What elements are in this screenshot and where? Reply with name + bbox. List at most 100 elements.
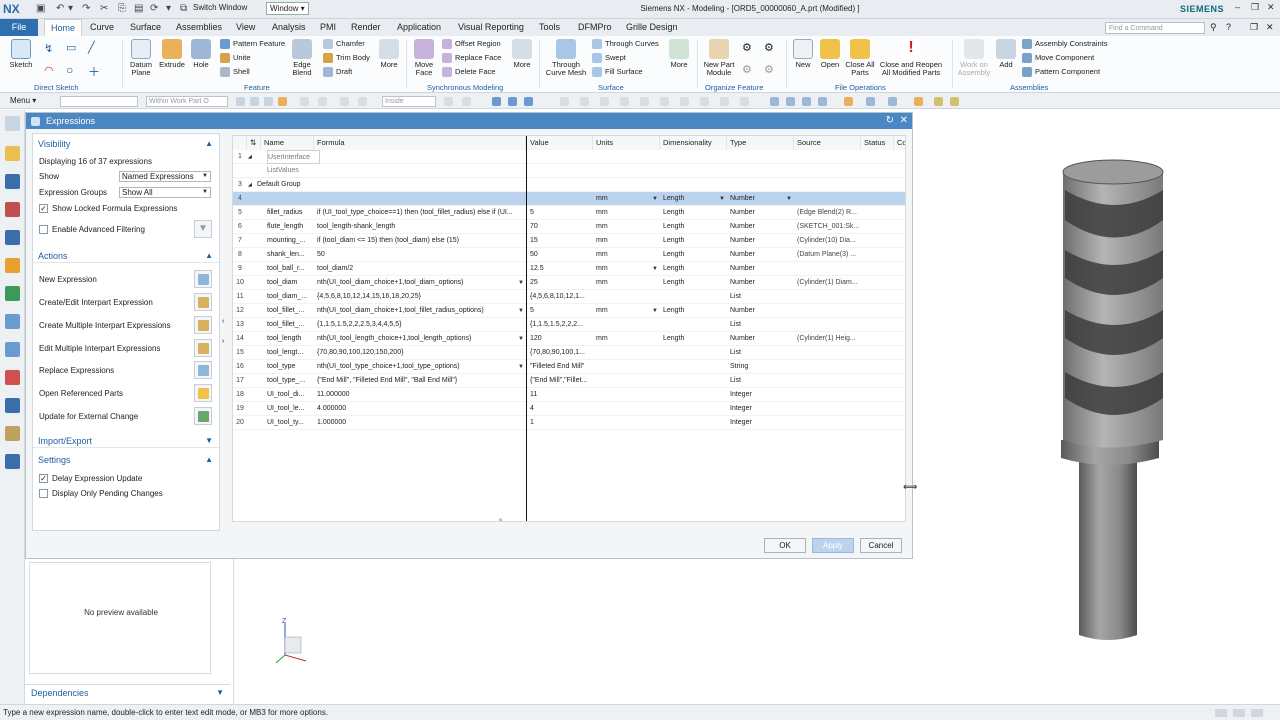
cell-formula[interactable]: {4,5,6,8,10,12,14,15,16,18,20,25}	[317, 290, 525, 304]
cell-value[interactable]: {70,80,90,100,1...	[530, 346, 592, 360]
cell-source[interactable]	[797, 388, 860, 402]
cell-name[interactable]: UI_tool_di...	[267, 388, 320, 402]
cell-type[interactable]: Number	[730, 276, 793, 290]
cell-dimensionality[interactable]: Length	[663, 234, 726, 248]
chevron-down-icon[interactable]: ▼	[719, 192, 725, 206]
point-snap-icon-4[interactable]	[620, 97, 629, 106]
chevron-down-icon[interactable]: ▼	[518, 360, 524, 374]
cell-name[interactable]: UI_tool_ty...	[267, 416, 320, 430]
unite-button[interactable]: Unite	[220, 53, 251, 64]
cell-dimensionality[interactable]	[663, 150, 726, 164]
cell-source[interactable]	[797, 318, 860, 332]
draft-button[interactable]: Draft	[323, 67, 352, 78]
import-export-header[interactable]: Import/Export ▼	[33, 434, 219, 448]
cell-dimensionality[interactable]: Length	[663, 220, 726, 234]
table-row[interactable]: 19 UI_tool_le... 4.000000 4 Integer	[233, 402, 905, 416]
col-header-type[interactable]: Type	[727, 136, 794, 150]
cell-formula[interactable]: if (tool_diam <= 15) then (tool_diam) el…	[317, 234, 525, 248]
expression-groups-select[interactable]: Show All ▼	[119, 187, 211, 198]
reuse-library-icon[interactable]	[5, 230, 20, 245]
snap-icon-6[interactable]	[444, 97, 453, 106]
move-component-button[interactable]: Move Component	[1022, 53, 1094, 64]
cell-type[interactable]: Integer	[730, 388, 793, 402]
cell-formula[interactable]: 4.000000	[317, 402, 525, 416]
tab-analysis[interactable]: Analysis	[272, 19, 306, 36]
cell-units[interactable]: mm	[596, 234, 659, 248]
cell-type[interactable]	[730, 150, 793, 164]
cell-source[interactable]: (Edge Blend(2) R...	[797, 206, 860, 220]
cell-formula[interactable]: nth(UI_tool_length_choice+1,tool_length_…	[317, 332, 525, 346]
cell-value[interactable]: 15	[530, 234, 592, 248]
cell-units[interactable]	[596, 178, 659, 192]
table-row[interactable]: 9 tool_ball_r... tool_diam/2 12.5 mm ▼ Length N…	[233, 262, 905, 276]
cell-units[interactable]	[596, 402, 659, 416]
sketch-button[interactable]: Sketch	[6, 39, 36, 69]
selection-scope-combo[interactable]: Within Work Part O	[146, 96, 228, 107]
cell-name[interactable]: fillet_radius	[267, 206, 320, 220]
create-edit-interpart-button[interactable]	[194, 293, 212, 311]
horizontal-scrollbar[interactable]: ◂ ⦀ ▸	[245, 519, 905, 521]
cell-source[interactable]	[797, 150, 860, 164]
hole-button[interactable]: Hole	[189, 39, 213, 69]
view-shaded-icon[interactable]	[492, 97, 501, 106]
table-row[interactable]: 17 tool_type_... {"End Mill", "Filleted En…	[233, 374, 905, 388]
cell-type[interactable]: Integer	[730, 416, 793, 430]
cell-formula[interactable]: 1.000000	[317, 416, 525, 430]
cell-units[interactable]: mm	[596, 276, 659, 290]
snap-icon-2[interactable]	[300, 97, 309, 106]
view-orient-icon[interactable]	[866, 97, 875, 106]
cell-source[interactable]: (Cylinder(1) Heig...	[797, 332, 860, 346]
table-row[interactable]: 7 mounting_... if (tool_diam <= 15) then (…	[233, 234, 905, 248]
end-mill-model[interactable]	[1055, 150, 1175, 650]
cell-value[interactable]	[530, 192, 592, 206]
add-component-button[interactable]: Add	[995, 39, 1017, 69]
cell-name[interactable]: tool_fillet_...	[267, 318, 320, 332]
snap-icon-5[interactable]	[358, 97, 367, 106]
table-row[interactable]: 14 tool_length nth(UI_tool_length_choice+1…	[233, 332, 905, 346]
pending-only-checkbox[interactable]	[39, 489, 48, 498]
table-row[interactable]: 16 tool_type nth(UI_tool_type_choice+1,too…	[233, 360, 905, 374]
collapse-icon[interactable]: ▲	[205, 453, 213, 467]
tab-render[interactable]: Render	[351, 19, 381, 36]
help-icon[interactable]: ?	[1226, 22, 1231, 32]
snap-icon-4[interactable]	[340, 97, 349, 106]
cell-type[interactable]: Integer	[730, 402, 793, 416]
chevron-down-icon[interactable]: ▼	[652, 304, 658, 318]
organize-icon-1[interactable]: ⚙	[742, 41, 752, 54]
view-icon-4[interactable]	[818, 97, 827, 106]
assembly-nav-icon-2[interactable]	[950, 97, 959, 106]
cell-units[interactable]	[596, 346, 659, 360]
organize-icon-2[interactable]: ⚙	[764, 41, 774, 54]
cell-dimensionality[interactable]: Length ▼	[663, 192, 726, 206]
tab-file[interactable]: File	[0, 19, 38, 36]
settings-header[interactable]: Settings ▲	[33, 453, 219, 467]
search-icon[interactable]: ⚲	[1210, 22, 1217, 33]
view-rotate-icon[interactable]	[524, 97, 533, 106]
delay-update-checkbox[interactable]: ✓	[39, 474, 48, 483]
dependencies-header[interactable]: Dependencies ▼	[25, 684, 230, 700]
cell-formula[interactable]	[317, 164, 525, 178]
cell-value[interactable]: 5	[530, 304, 592, 318]
cell-name[interactable]: tool_lengt...	[267, 346, 320, 360]
tab-visual-reporting[interactable]: Visual Reporting	[458, 19, 524, 36]
extrude-button[interactable]: Extrude	[157, 39, 187, 69]
cell-units[interactable]	[596, 290, 659, 304]
table-row[interactable]: 3 ◢ Default Group	[233, 178, 905, 192]
reset-icon[interactable]: ↻	[886, 113, 894, 129]
cell-name[interactable]: Default Group	[257, 178, 310, 192]
cell-source[interactable]: (Datum Plane(3) ...	[797, 248, 860, 262]
through-curves-button[interactable]: Through Curves	[592, 39, 659, 50]
cell-dimensionality[interactable]: Length	[663, 332, 726, 346]
cell-value[interactable]: 12.5	[530, 262, 592, 276]
view-icon-3[interactable]	[802, 97, 811, 106]
cell-dimensionality[interactable]	[663, 374, 726, 388]
col-header-dimensionality[interactable]: Dimensionality	[660, 136, 727, 150]
cell-units[interactable]	[596, 164, 659, 178]
cell-source[interactable]	[797, 360, 860, 374]
snap-mode-combo[interactable]: Inside	[382, 96, 436, 107]
table-row[interactable]: 1 ◢ UserInterface	[233, 150, 905, 164]
cell-name[interactable]: tool_length	[267, 332, 320, 346]
cell-type[interactable]: String	[730, 360, 793, 374]
view-icon-2[interactable]	[786, 97, 795, 106]
cell-value[interactable]: 4	[530, 402, 592, 416]
